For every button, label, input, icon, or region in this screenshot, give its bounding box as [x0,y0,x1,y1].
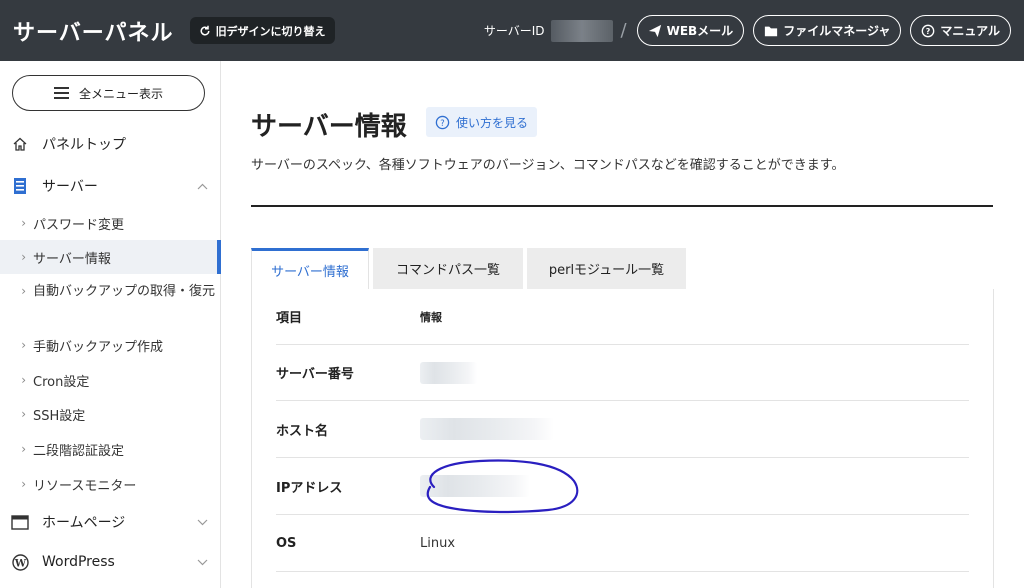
sidebar-item-wordpress[interactable]: W WordPress [0,551,221,573]
sidebar-item-label: サーバー [42,179,98,195]
row-key: サーバー番号 [276,367,354,382]
wordpress-icon: W [11,553,29,571]
page-description: サーバーのスペック、各種ソフトウェアのバージョン、コマンドパスなどを確認すること… [251,158,845,173]
tab-server-info[interactable]: サーバー情報 [251,248,369,289]
folder-icon [765,26,778,36]
chevron-down-icon [197,556,208,569]
server-info-panel: 項目 情報 サーバー番号 ホスト名 IPアドレス OS Linux [251,289,994,588]
file-manager-button[interactable]: ファイルマネージャ [753,15,902,46]
hand-drawn-circle-annotation [426,459,579,514]
chevron-right-icon: › [21,216,26,230]
help-icon: ? [435,115,450,129]
chevron-up-icon [197,180,208,193]
switch-old-design-label: 旧デザインに切り替え [215,24,326,38]
sidebar-sub-label: サーバー情報 [33,251,111,267]
how-to-use-label: 使い方を見る [456,115,529,130]
browser-window-icon [11,513,29,531]
chevron-down-icon [197,516,208,529]
sidebar-item-server[interactable]: サーバー [0,175,221,197]
svg-text:W: W [13,558,26,569]
help-icon: ? [922,24,935,37]
divider [251,205,993,207]
server-id-value-redacted [550,19,613,42]
sidebar-sub-label: 二段階認証設定 [33,443,125,459]
svg-text:?: ? [440,117,444,127]
how-to-use-button[interactable]: ? 使い方を見る [426,107,538,137]
sidebar-sub-label: 手動バックアップ作成 [33,339,164,355]
app-title: サーバーパネル [13,20,174,46]
sidebar-sub-cron[interactable]: › Cron設定 [0,370,221,390]
home-icon [11,135,29,153]
row-key: ホスト名 [276,423,329,439]
sidebar-sub-server-info[interactable]: › サーバー情報 [0,240,221,274]
column-header-info: 情報 [420,310,442,324]
main-content: サーバー情報 ? 使い方を見る サーバーのスペック、各種ソフトウェアのバージョン… [221,61,1024,588]
top-header: サーバーパネル 旧デザインに切り替え サーバーID / WEBメール ファイルマ… [0,0,1024,61]
all-menu-button[interactable]: 全メニュー表示 [12,75,205,111]
chevron-right-icon: › [21,338,26,352]
chevron-right-icon: › [21,250,26,264]
server-id: サーバーID / [483,19,637,42]
server-id-label: サーバーID [483,24,545,38]
table-header-row: 項目 情報 [276,289,969,345]
send-icon [648,24,661,37]
sidebar-sub-2fa[interactable]: › 二段階認証設定 [0,439,221,459]
sidebar-item-panel-top[interactable]: パネルトップ [0,133,221,155]
sidebar-sub-ssh[interactable]: › SSH設定 [0,404,221,424]
chevron-right-icon: › [21,442,26,456]
manual-label: マニュアル [940,24,1000,38]
hostname-value-redacted [420,418,554,440]
sidebar-sub-label: SSH設定 [33,408,86,424]
table-row: ホスト名 [276,401,969,458]
svg-text:?: ? [926,27,931,36]
chevron-right-icon: › [21,477,26,491]
table-row: OS Linux [276,515,969,572]
sidebar-sub-label: リソースモニター [33,478,137,494]
sidebar-sub-password[interactable]: › パスワード変更 [0,213,221,233]
webmail-label: WEBメール [666,24,734,38]
tab-perl-modules[interactable]: perlモジュール一覧 [527,248,686,289]
tab-command-paths[interactable]: コマンドパス一覧 [373,248,523,289]
chevron-right-icon: › [21,284,26,298]
os-value: Linux [420,535,456,551]
sidebar-item-label: パネルトップ [42,137,126,153]
table-row: サーバー番号 [276,345,969,401]
webmail-button[interactable]: WEBメール [636,15,745,46]
file-manager-label: ファイルマネージャ [783,24,891,38]
sidebar-sub-label: パスワード変更 [33,217,125,233]
sidebar-sub-auto-backup[interactable]: › 自動バックアップの取得・復元 [0,282,221,322]
sidebar-sub-label: 自動バックアップの取得・復元 [33,284,216,299]
sidebar: 全メニュー表示 パネルトップ サーバー › パスワード変更 › サーバー情報 ›… [0,61,221,588]
separator: / [620,20,627,41]
chevron-right-icon: › [21,407,26,421]
row-key: IPアドレス [276,480,343,496]
sidebar-item-label: ホームページ [42,515,126,531]
sidebar-sub-manual-backup[interactable]: › 手動バックアップ作成 [0,335,221,355]
sidebar-item-homepage[interactable]: ホームページ [0,511,221,533]
column-header-item: 項目 [276,311,303,326]
page-title: サーバー情報 [251,112,407,142]
sidebar-sub-label: Cron設定 [33,374,90,390]
sidebar-item-label: WordPress [42,554,115,570]
table-row: IPアドレス [276,458,969,515]
refresh-icon [200,25,210,35]
server-icon [11,177,29,195]
switch-old-design-button[interactable]: 旧デザインに切り替え [189,17,335,44]
hamburger-icon [53,87,69,99]
manual-button[interactable]: ? マニュアル [910,15,1011,46]
chevron-right-icon: › [21,373,26,387]
sidebar-sub-resource-monitor[interactable]: › リソースモニター [0,474,221,494]
all-menu-label: 全メニュー表示 [78,86,163,101]
row-key: OS [276,535,297,551]
server-number-value-redacted [420,361,477,384]
